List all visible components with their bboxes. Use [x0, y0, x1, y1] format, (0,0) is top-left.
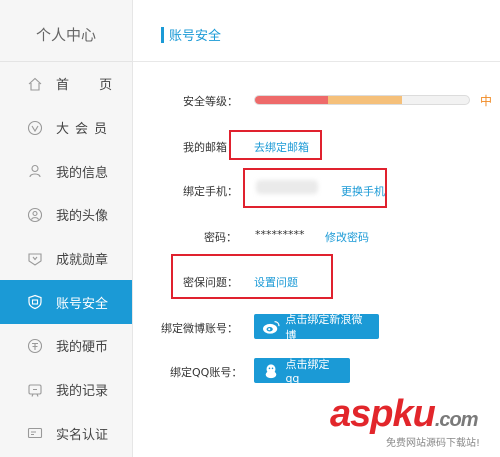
annotation-box-question [171, 254, 333, 299]
sidebar-item-my-coins[interactable]: 我的硬币 [0, 324, 132, 368]
sidebar-item-real-name[interactable]: 实名认证 [0, 412, 132, 456]
section-header: 账号安全 [133, 0, 500, 62]
set-question-link[interactable]: 设置问题 [254, 274, 298, 290]
change-phone-link[interactable]: 更换手机 [341, 183, 385, 199]
weibo-icon [260, 318, 281, 336]
qq-label: 绑定QQ账号： [170, 366, 243, 379]
main-panel: 账号安全 安全等级： 中 我的邮箱： 去绑定邮箱 绑定手机： 更换手机 密码： … [133, 0, 500, 457]
bind-email-link[interactable]: 去绑定邮箱 [254, 139, 309, 155]
watermark-domain: .com [434, 409, 479, 431]
page-title: 账号安全 [169, 29, 222, 44]
bind-qq-button-label: 点击绑定qq [285, 358, 330, 385]
bind-weibo-button-label: 点击绑定新浪微博 [285, 312, 363, 342]
qq-penguin-icon [260, 362, 281, 380]
password-label: 密码： [204, 231, 237, 244]
sidebar-item-label: 我的信息 [56, 165, 109, 181]
watermark-tagline: 免费网站源码下载站! [386, 438, 481, 449]
sidebar-item-my-avatar[interactable]: 我的头像 [0, 193, 132, 237]
sidebar-item-account-security[interactable]: 账号安全 [0, 280, 132, 325]
record-icon [26, 381, 44, 399]
weibo-label: 绑定微博账号： [161, 322, 238, 335]
sidebar: 个人中心 首 页 大会员 我的信息 我的头像 成就勋章 账号安全 我的硬币 我的… [0, 0, 133, 457]
medal-icon [26, 250, 44, 268]
sidebar-item-label: 成就勋章 [56, 253, 109, 269]
change-password-link[interactable]: 修改密码 [325, 229, 369, 245]
sidebar-item-label: 大会员 [56, 122, 114, 138]
home-icon [26, 75, 44, 93]
id-card-icon [26, 424, 44, 442]
sidebar-item-label: 我的硬币 [56, 340, 109, 356]
phone-label: 绑定手机： [183, 185, 238, 198]
watermark-brand: aspku [330, 393, 436, 435]
avatar-icon [26, 206, 44, 224]
sidebar-item-label: 首 页 [56, 78, 126, 94]
bind-qq-button[interactable]: 点击绑定qq [254, 358, 350, 385]
masked-phone-number [256, 180, 318, 194]
sidebar-item-home[interactable]: 首 页 [0, 62, 132, 106]
security-level-red-segment [255, 96, 329, 104]
vip-icon [26, 119, 44, 137]
user-icon [26, 162, 44, 180]
sidebar-item-label: 实名认证 [56, 427, 109, 443]
sidebar-item-vip[interactable]: 大会员 [0, 106, 132, 150]
watermark: aspku.com 免费网站源码下载站! [330, 390, 500, 457]
sidebar-item-label: 账号安全 [56, 296, 109, 312]
section-header-accent [161, 27, 164, 43]
bind-weibo-button[interactable]: 点击绑定新浪微博 [254, 313, 379, 342]
sidebar-title: 个人中心 [0, 0, 132, 62]
sidebar-item-label: 我的记录 [56, 384, 109, 400]
sidebar-item-my-records[interactable]: 我的记录 [0, 368, 132, 412]
sidebar-item-medals[interactable]: 成就勋章 [0, 237, 132, 281]
security-level-bar [254, 95, 470, 105]
password-value: ********* [255, 228, 305, 241]
coin-icon [26, 337, 44, 355]
sidebar-item-label: 我的头像 [56, 209, 109, 225]
shield-icon [26, 293, 44, 311]
security-level-text: 中 [480, 94, 493, 108]
sidebar-item-my-info[interactable]: 我的信息 [0, 149, 132, 193]
security-level-label: 安全等级： [183, 95, 238, 108]
security-level-orange-segment [328, 96, 402, 104]
